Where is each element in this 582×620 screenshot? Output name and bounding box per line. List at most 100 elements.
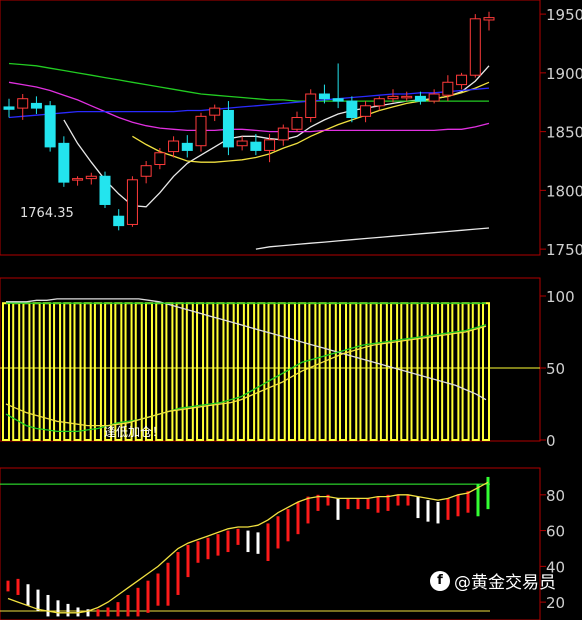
osc-tick-label: 0 bbox=[546, 432, 556, 450]
osc-bar bbox=[104, 302, 113, 442]
candle-body bbox=[414, 95, 426, 102]
candle-body bbox=[126, 179, 138, 225]
osc-bar bbox=[441, 302, 450, 442]
price-tick-label: 1900 bbox=[546, 65, 582, 83]
candle-body bbox=[264, 139, 276, 151]
osc-line bbox=[5, 325, 487, 427]
candle-body bbox=[373, 98, 385, 107]
osc-bar bbox=[73, 302, 82, 442]
panel-frame bbox=[0, 467, 541, 620]
osc-bar bbox=[257, 302, 266, 442]
osc-bar bbox=[420, 302, 429, 442]
watermark: f @黄金交易员 bbox=[430, 568, 556, 593]
ind-tick-label: 20 bbox=[546, 594, 565, 612]
candle-body bbox=[469, 18, 481, 76]
candle-body bbox=[3, 106, 15, 110]
osc-tick-label: 100 bbox=[546, 288, 575, 306]
price-tick-label: 1750 bbox=[546, 241, 582, 259]
candle-body bbox=[483, 17, 495, 21]
osc-bar bbox=[247, 302, 256, 442]
candle-body bbox=[387, 95, 399, 100]
panel-frame bbox=[0, 0, 541, 256]
osc-bar bbox=[318, 302, 327, 442]
candle-body bbox=[209, 107, 221, 116]
osc-bar bbox=[461, 302, 470, 442]
candle-body bbox=[113, 215, 125, 227]
candle-body bbox=[222, 109, 234, 148]
candle-body bbox=[154, 152, 166, 166]
osc-bar bbox=[359, 302, 368, 442]
watermark-text: @黄金交易员 bbox=[454, 573, 556, 593]
candle-body bbox=[318, 93, 330, 100]
osc-bar bbox=[379, 302, 388, 442]
osc-bar bbox=[216, 302, 225, 442]
candle-body bbox=[236, 140, 248, 147]
osc-bar bbox=[124, 302, 133, 442]
price-panel: 1750 1800 1850 1900 1950 bbox=[3, 6, 582, 259]
osc-bar bbox=[165, 302, 174, 442]
candle-body bbox=[332, 98, 344, 102]
candle-body bbox=[428, 93, 440, 102]
candle-body bbox=[85, 175, 97, 180]
osc-bar bbox=[114, 302, 123, 442]
candle-body bbox=[30, 102, 42, 109]
chart-screenshot: 1750 1800 1850 1900 1950 0 50 100 20 40 60 80 176… bbox=[0, 0, 582, 620]
indicator-panel: 20406080 bbox=[0, 476, 565, 617]
candle-body bbox=[291, 117, 303, 130]
osc-bar bbox=[308, 302, 317, 442]
price-tick-label: 1850 bbox=[546, 124, 582, 142]
osc-bar bbox=[93, 302, 102, 442]
toutiao-logo-icon: f bbox=[430, 570, 450, 591]
osc-line bbox=[6, 298, 487, 401]
osc-bar bbox=[175, 302, 184, 442]
osc-bar bbox=[482, 302, 490, 442]
osc-bar bbox=[155, 302, 164, 442]
osc-bar bbox=[144, 302, 153, 442]
osc-bar bbox=[277, 302, 286, 442]
osc-bar bbox=[471, 302, 480, 442]
osc-bar bbox=[390, 302, 399, 442]
osc-bar bbox=[2, 302, 10, 442]
oscillator-panel: 0 50 100 bbox=[0, 288, 575, 450]
osc-bar bbox=[339, 302, 348, 442]
candle-body bbox=[305, 93, 317, 119]
osc-bar bbox=[63, 302, 72, 442]
candle-body bbox=[277, 127, 289, 141]
candle-body bbox=[195, 115, 207, 147]
ind-tick-label: 60 bbox=[546, 523, 565, 541]
osc-bar bbox=[430, 302, 439, 442]
osc-bar bbox=[53, 302, 62, 442]
candle-body bbox=[58, 142, 70, 183]
price-tick-label: 1950 bbox=[546, 6, 582, 24]
candle-body bbox=[346, 100, 358, 119]
osc-bar bbox=[267, 302, 276, 442]
candle-body bbox=[360, 105, 372, 117]
price-ma-line bbox=[255, 227, 490, 250]
candle-body bbox=[140, 165, 152, 177]
price-tick-label: 1800 bbox=[546, 182, 582, 200]
candle-body bbox=[72, 178, 84, 181]
osc-bar bbox=[22, 302, 31, 442]
candle-body bbox=[17, 98, 29, 109]
ind-tick-label: 80 bbox=[546, 487, 565, 505]
osc-bar bbox=[410, 302, 419, 442]
osc-bar bbox=[32, 302, 41, 442]
candle-body bbox=[250, 141, 262, 151]
candle-body bbox=[456, 74, 468, 86]
price-annotation: 1764.35 bbox=[20, 206, 74, 221]
osc-bar bbox=[185, 302, 194, 442]
oscillator-label: 逢低加仓！ bbox=[104, 425, 164, 439]
osc-bar bbox=[349, 302, 358, 442]
candle-body bbox=[44, 105, 56, 148]
candle-body bbox=[442, 81, 454, 96]
osc-bar bbox=[83, 302, 92, 442]
candle-body bbox=[181, 142, 193, 151]
osc-bar bbox=[226, 302, 235, 442]
osc-bar bbox=[328, 302, 337, 442]
osc-tick-label: 50 bbox=[546, 360, 565, 378]
osc-bar bbox=[369, 302, 378, 442]
candle-body bbox=[99, 175, 111, 205]
osc-bar bbox=[206, 302, 215, 442]
chart-canvas: 17501800185019001950 050100 20406080 176… bbox=[0, 0, 582, 620]
candle-body bbox=[168, 140, 180, 153]
